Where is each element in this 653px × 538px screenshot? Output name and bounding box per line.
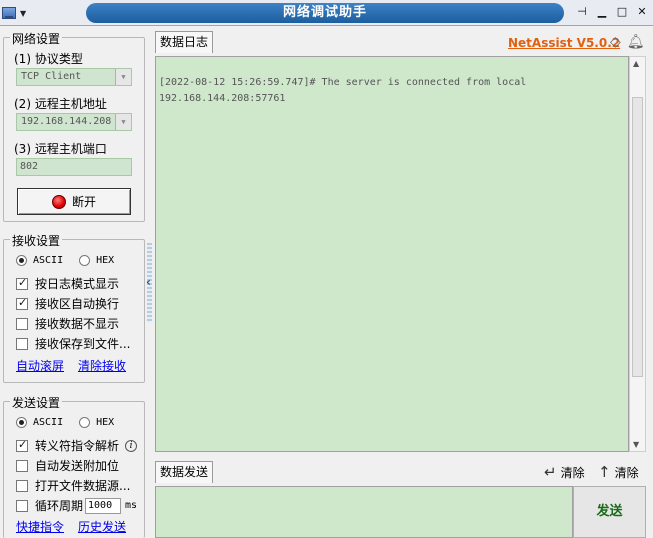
close-button[interactable]: ✕ xyxy=(633,4,651,21)
send-hex-label: HEX xyxy=(96,417,115,428)
send-option-loop[interactable]: 循环周期 1000 ms xyxy=(16,497,137,514)
clear-log-label: 清除 xyxy=(560,465,585,480)
receive-hex-radio[interactable] xyxy=(79,255,91,266)
period-unit: ms xyxy=(125,500,138,511)
send-settings-legend: 发送设置 xyxy=(10,394,63,411)
app-icon xyxy=(2,7,16,19)
window-title: 网络调试助手 xyxy=(86,3,564,23)
send-hex-radio[interactable] xyxy=(79,417,91,428)
chevron-down-icon: ▼ xyxy=(20,8,27,18)
panel-splitter[interactable]: ‹ xyxy=(146,27,153,538)
checkbox[interactable] xyxy=(16,337,28,350)
option-label: 打开文件数据源... xyxy=(35,479,131,493)
disconnect-button[interactable]: 断开 xyxy=(17,188,131,215)
checkbox[interactable] xyxy=(16,499,28,512)
option-label: 按日志模式显示 xyxy=(35,277,120,291)
send-option-escape[interactable]: 转义符指令解析 i xyxy=(16,437,138,454)
checkbox[interactable] xyxy=(16,276,28,290)
system-menu[interactable]: ▼ xyxy=(2,3,38,23)
option-label: 接收保存到文件... xyxy=(35,337,131,351)
info-icon[interactable]: i xyxy=(125,439,138,452)
checkbox[interactable] xyxy=(16,479,28,492)
minimize-button[interactable]: ▁ xyxy=(593,4,611,21)
chevron-down-icon: ▼ xyxy=(115,69,131,85)
clear-log-button[interactable]: ↵ 清除 xyxy=(544,463,585,481)
chevron-down-icon: ▼ xyxy=(115,114,131,130)
bell-icon[interactable]: 🔔︎ xyxy=(627,34,645,50)
clear-receive-link[interactable]: 清除接收 xyxy=(78,357,126,374)
scroll-up-icon[interactable]: ▲ xyxy=(633,59,639,68)
send-settings-group: 发送设置 ASCII HEX 转义符指令解析 i 自动发送附加位 打开文件数据源… xyxy=(3,394,145,538)
checkbox[interactable] xyxy=(16,459,28,472)
scroll-down-icon[interactable]: ▼ xyxy=(633,440,639,449)
receive-option-save-file[interactable]: 接收保存到文件... xyxy=(16,335,130,352)
tab-data-log[interactable]: 数据日志 xyxy=(155,31,214,53)
option-label: 循环周期 xyxy=(35,499,84,513)
tab-data-send[interactable]: 数据发送 xyxy=(155,461,214,483)
send-encoding: ASCII HEX xyxy=(16,417,114,428)
collapse-arrow-icon[interactable]: ‹ xyxy=(146,275,151,289)
port-label: (3) 远程主机端口 xyxy=(14,142,107,156)
scroll-thumb[interactable] xyxy=(632,97,643,377)
network-settings-group: 网络设置 (1) 协议类型 TCP Client ▼ (2) 远程主机地址 19… xyxy=(3,30,145,222)
auto-scroll-link[interactable]: 自动滚屏 xyxy=(16,357,64,374)
send-input[interactable] xyxy=(155,486,573,538)
log-scrollbar[interactable]: ▲ ▼ xyxy=(629,56,646,452)
diamond-icon[interactable]: ◇ xyxy=(610,34,621,50)
network-settings-legend: 网络设置 xyxy=(10,30,63,47)
shortcuts-link[interactable]: 快捷指令 xyxy=(16,518,64,535)
receive-log[interactable]: [2022-08-12 15:26:59.747]# The server is… xyxy=(155,56,629,452)
receive-option-log-mode[interactable]: 按日志模式显示 xyxy=(16,275,119,292)
protocol-value: TCP Client xyxy=(21,71,82,82)
protocol-select[interactable]: TCP Client ▼ xyxy=(16,68,132,86)
option-label: 接收区自动换行 xyxy=(35,297,120,311)
title-bar: ▼ 网络调试助手 ⊣ ▁ □ ✕ xyxy=(0,0,653,26)
option-label: 接收数据不显示 xyxy=(35,317,120,331)
checkbox[interactable] xyxy=(16,438,28,452)
host-value: 192.168.144.208 xyxy=(21,116,112,127)
protocol-label: (1) 协议类型 xyxy=(14,52,83,66)
disconnect-label: 断开 xyxy=(71,195,96,209)
receive-settings-group: 接收设置 ASCII HEX 按日志模式显示 接收区自动换行 接收数据不显示 接… xyxy=(3,232,145,383)
send-button[interactable]: 发送 xyxy=(573,486,646,538)
receive-option-auto-wrap[interactable]: 接收区自动换行 xyxy=(16,295,119,312)
history-link[interactable]: 历史发送 xyxy=(78,518,126,535)
checkbox[interactable] xyxy=(16,296,28,310)
receive-option-hide-data[interactable]: 接收数据不显示 xyxy=(16,315,119,332)
maximize-button[interactable]: □ xyxy=(613,4,631,21)
receive-settings-legend: 接收设置 xyxy=(10,232,63,249)
period-input[interactable]: 1000 xyxy=(85,497,122,514)
pin-icon[interactable]: ⊣ xyxy=(573,4,591,21)
send-option-file-source[interactable]: 打开文件数据源... xyxy=(16,477,130,494)
settings-panel: 网络设置 (1) 协议类型 TCP Client ▼ (2) 远程主机地址 19… xyxy=(0,27,147,538)
send-ascii-label: ASCII xyxy=(33,417,64,428)
receive-ascii-label: ASCII xyxy=(33,255,64,266)
checkbox[interactable] xyxy=(16,317,28,330)
clear-send-button[interactable]: ↑ 清除 xyxy=(598,463,639,481)
option-label: 转义符指令解析 xyxy=(35,439,120,453)
host-label: (2) 远程主机地址 xyxy=(14,97,107,111)
port-input[interactable]: 802 xyxy=(16,158,132,176)
clear-send-label: 清除 xyxy=(614,465,639,480)
brand-link[interactable]: NetAssist V5.0.2 xyxy=(508,36,620,50)
send-ascii-radio[interactable] xyxy=(16,417,27,428)
option-label: 自动发送附加位 xyxy=(35,459,120,473)
status-led-icon xyxy=(51,194,66,209)
send-option-append[interactable]: 自动发送附加位 xyxy=(16,457,119,474)
receive-hex-label: HEX xyxy=(96,255,115,266)
up-arrow-icon: ↑ xyxy=(598,463,611,481)
return-arrow-icon: ↵ xyxy=(544,463,557,481)
host-select[interactable]: 192.168.144.208 ▼ xyxy=(16,113,132,131)
receive-ascii-radio[interactable] xyxy=(16,255,27,266)
receive-encoding: ASCII HEX xyxy=(16,255,114,266)
